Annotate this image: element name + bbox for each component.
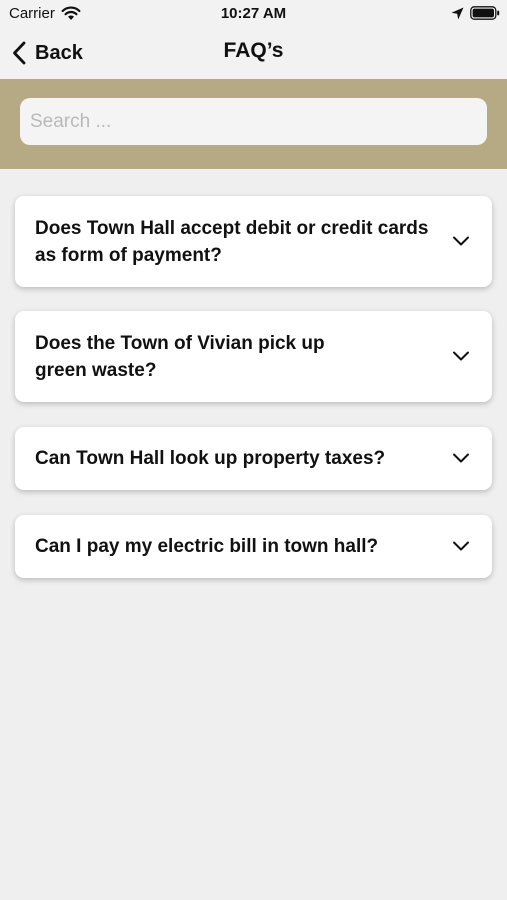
faq-item[interactable]: Can I pay my electric bill in town hall? (15, 515, 492, 578)
back-label: Back (35, 41, 83, 64)
chevron-down-icon (453, 453, 469, 463)
faq-item[interactable]: Does Town Hall accept debit or credit ca… (15, 196, 492, 287)
search-input[interactable] (20, 98, 487, 145)
status-bar: Carrier 10:27 AM (0, 0, 507, 28)
faq-screen: Carrier 10:27 AM Back FAQ’s Does To (0, 0, 507, 900)
clock: 10:27 AM (220, 5, 287, 22)
faq-item[interactable]: Can Town Hall look up property taxes? (15, 427, 492, 490)
battery-icon (470, 6, 500, 20)
location-arrow-icon (451, 7, 464, 20)
chevron-left-icon (13, 41, 26, 65)
back-button[interactable]: Back (12, 38, 83, 68)
navigation-bar: Back FAQ’s (0, 28, 507, 79)
chevron-down-icon (453, 351, 469, 361)
faq-question: Does the Town of Vivian pick up green wa… (35, 333, 325, 381)
faq-question: Can Town Hall look up property taxes? (35, 448, 386, 469)
faq-question: Can I pay my electric bill in town hall? (35, 536, 379, 557)
chevron-down-icon (453, 541, 469, 551)
faq-item[interactable]: Does the Town of Vivian pick up green wa… (15, 311, 492, 402)
search-bar-container (0, 79, 507, 169)
chevron-down-icon (453, 236, 469, 246)
faq-question: Does Town Hall accept debit or credit ca… (35, 218, 429, 266)
